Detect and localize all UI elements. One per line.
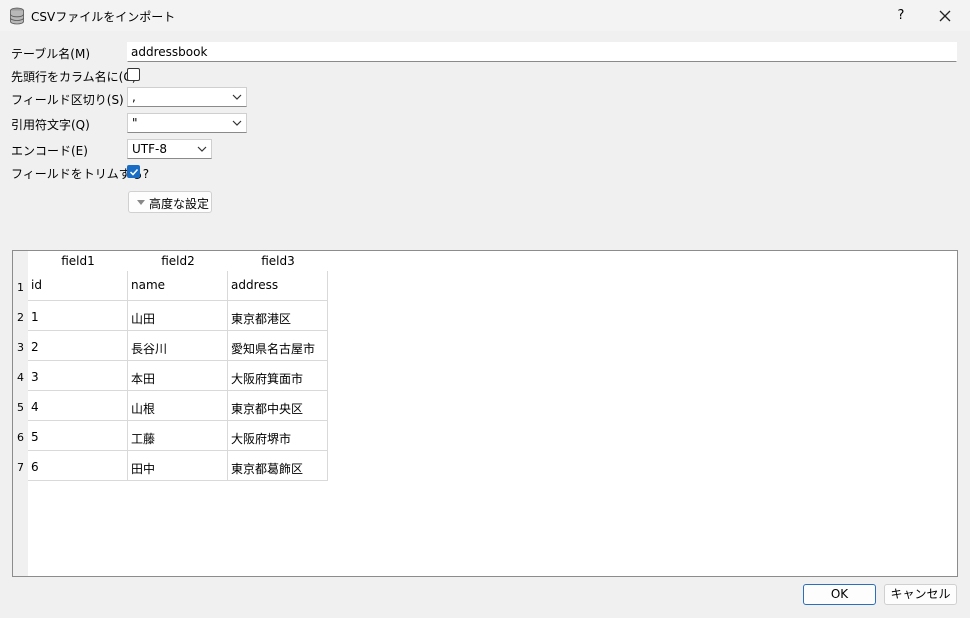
table-cell[interactable]: 3 [28,361,128,391]
advanced-settings-button[interactable]: 高度な設定 [128,191,212,213]
advanced-settings-label: 高度な設定 [149,197,210,211]
table-cell[interactable]: 大阪府堺市 [228,421,328,451]
row-number: 3 [17,341,24,354]
table-cell[interactable]: 4 [28,391,128,421]
database-icon [10,7,24,25]
row-number: 6 [17,431,24,444]
table-cell[interactable]: 5 [28,421,128,451]
help-button[interactable]: ? [891,6,911,26]
table-cell[interactable]: 山田 [128,301,228,331]
row-number: 1 [17,281,24,294]
table-cell[interactable]: id [28,271,128,301]
quote-char-value: " [132,116,138,130]
encoding-select[interactable]: UTF-8 [127,139,212,159]
table-cell[interactable]: 1 [28,301,128,331]
preview-table[interactable]: field1 field2 field3 1 id name address 2 1 山田 東京都港… [12,250,958,577]
row-number: 5 [17,401,24,414]
trim-fields-checkbox[interactable] [127,165,140,178]
cancel-button[interactable]: キャンセル [884,584,957,605]
table-cell[interactable]: 東京都港区 [228,301,328,331]
table-cell[interactable]: name [128,271,228,301]
checkmark-icon [129,168,139,176]
table-cell[interactable]: 長谷川 [128,331,228,361]
chevron-down-icon [197,146,207,152]
row-number: 2 [17,311,24,324]
header-as-columns-checkbox[interactable] [127,68,140,81]
column-header[interactable]: field3 [228,251,328,271]
field-separator-select[interactable]: , [127,87,247,107]
encoding-value: UTF-8 [132,142,167,156]
table-cell[interactable]: 工藤 [128,421,228,451]
close-icon[interactable] [935,6,955,26]
quote-char-label: 引用符文字(Q) [11,118,90,132]
column-header[interactable]: field2 [128,251,228,271]
window-title: CSVファイルをインポート [31,10,176,24]
row-number: 4 [17,371,24,384]
header-as-columns-label: 先頭行をカラム名に(C) [11,70,137,84]
table-cell[interactable]: 本田 [128,361,228,391]
table-cell[interactable]: 大阪府箕面市 [228,361,328,391]
quote-char-select[interactable]: " [127,113,247,133]
table-name-input[interactable]: addressbook [127,42,957,62]
table-cell[interactable]: address [228,271,328,301]
table-cell[interactable]: 愛知県名古屋市 [228,331,328,361]
chevron-down-icon [232,94,242,100]
field-separator-value: , [132,90,136,104]
encoding-label: エンコード(E) [11,144,88,158]
table-cell[interactable]: 田中 [128,451,228,481]
table-cell[interactable]: 東京都中央区 [228,391,328,421]
field-separator-label: フィールド区切り(S) [11,93,124,107]
table-cell[interactable]: 6 [28,451,128,481]
table-cell[interactable]: 東京都葛飾区 [228,451,328,481]
ok-button[interactable]: OK [803,584,876,605]
column-header[interactable]: field1 [28,251,128,271]
table-name-label: テーブル名(M) [11,47,90,61]
chevron-down-icon [232,120,242,126]
row-number: 7 [17,461,24,474]
title-bar: CSVファイルをインポート ? [0,0,970,32]
table-cell[interactable]: 2 [28,331,128,361]
table-cell[interactable]: 山根 [128,391,228,421]
triangle-down-icon [137,200,145,205]
